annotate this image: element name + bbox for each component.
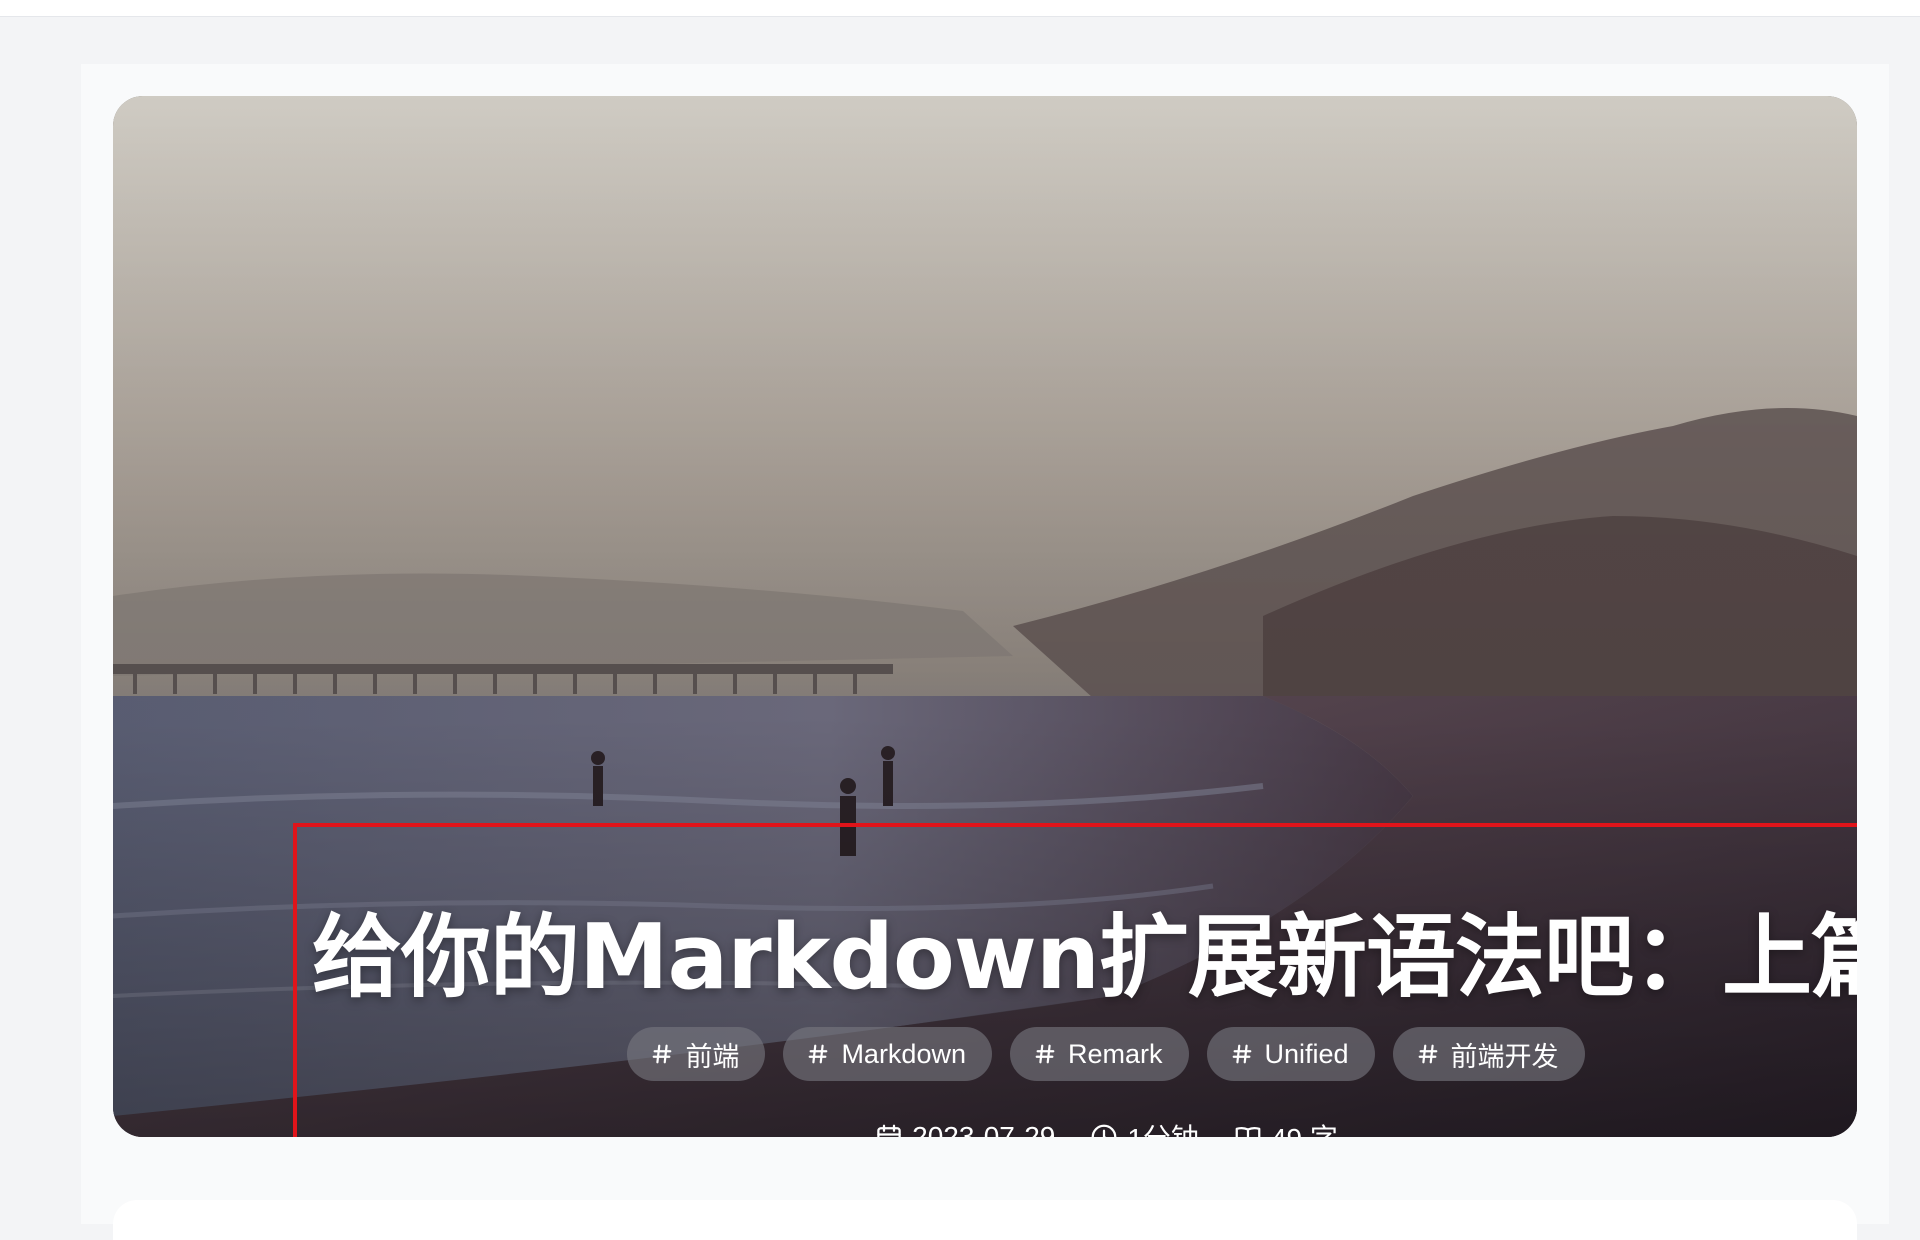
hash-icon [1232, 1044, 1251, 1064]
tag-label: Unified [1264, 1038, 1349, 1069]
tag-label: 前端开发 [1450, 1041, 1559, 1072]
top-navigation-bar [0, 0, 1920, 17]
publish-date: 2023-07-29 [874, 1117, 1055, 1137]
tag-label: Markdown [841, 1038, 966, 1069]
hash-icon [1035, 1044, 1055, 1064]
post-content-card [113, 1200, 1857, 1240]
word-count: 49 字 [1233, 1117, 1338, 1137]
tag-label: Remark [1067, 1038, 1163, 1069]
highlighted-post-header: 给你的Markdown扩展新语法吧：上篇 前端 Markdown Remark … [293, 823, 1857, 1137]
hash-icon [809, 1044, 828, 1064]
tag-frontend[interactable]: 前端 [627, 1027, 766, 1081]
tag-frontend-development[interactable]: 前端开发 [1392, 1027, 1585, 1081]
calendar-icon [877, 1124, 901, 1137]
post-hero-banner: 给你的Markdown扩展新语法吧：上篇 前端 Markdown Remark … [113, 96, 1857, 1137]
word-count-text: 49 字 [1271, 1117, 1338, 1137]
clock-icon [1091, 1124, 1117, 1137]
hash-icon [653, 1044, 672, 1064]
book-icon [1235, 1126, 1261, 1137]
tag-markdown[interactable]: Markdown [783, 1027, 992, 1081]
tag-label: 前端 [685, 1041, 740, 1072]
post-title: 给你的Markdown扩展新语法吧：上篇 [311, 905, 1857, 1010]
hash-icon [1418, 1044, 1437, 1064]
tag-unified[interactable]: Unified [1206, 1027, 1375, 1081]
publish-date-text: 2023-07-29 [912, 1121, 1056, 1137]
reading-time: 1分钟 [1089, 1117, 1199, 1137]
post-meta: 2023-07-29 1分钟 49 字 [297, 1117, 1857, 1137]
tag-remark[interactable]: Remark [1009, 1027, 1189, 1081]
tag-list: 前端 Markdown Remark Unified 前端开发 [297, 1027, 1857, 1081]
reading-time-text: 1分钟 [1127, 1117, 1199, 1137]
